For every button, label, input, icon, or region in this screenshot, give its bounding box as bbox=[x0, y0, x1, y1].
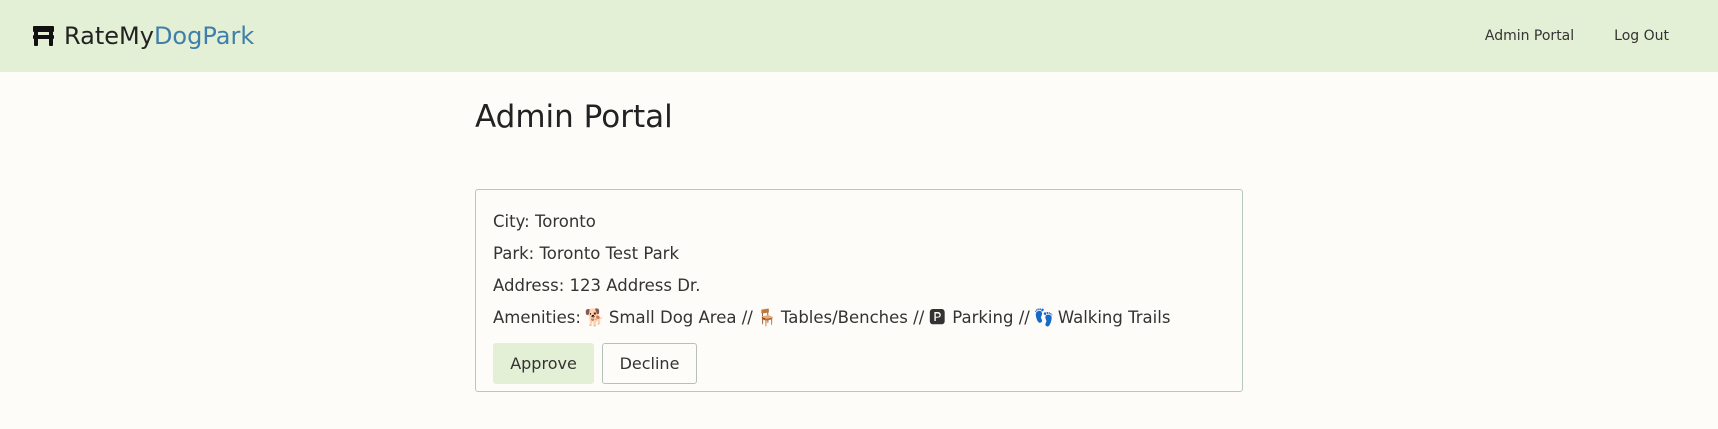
action-buttons: Approve Decline bbox=[493, 343, 1226, 384]
amenity-separator: // bbox=[1018, 308, 1030, 327]
address-value: 123 Address Dr. bbox=[569, 276, 701, 295]
page-title: Admin Portal bbox=[475, 99, 673, 135]
brand-name-dogpark: DogPark bbox=[153, 22, 255, 50]
amenity-walking-trails: Walking Trails bbox=[1057, 308, 1171, 327]
city-row: City: Toronto bbox=[493, 206, 1226, 238]
park-label: Park: bbox=[493, 244, 535, 263]
address-label: Address: bbox=[493, 276, 565, 295]
park-row: Park: Toronto Test Park bbox=[493, 238, 1226, 270]
amenity-parking: Parking bbox=[952, 308, 1014, 327]
amenity-tables-benches: Tables/Benches bbox=[780, 308, 908, 327]
navbar: Rate My DogPark Admin Portal Log Out bbox=[0, 0, 1718, 72]
nav-log-out-link[interactable]: Log Out bbox=[1614, 28, 1669, 44]
dog-park-bench-icon bbox=[33, 26, 54, 46]
park-value: Toronto Test Park bbox=[539, 244, 680, 263]
nav-admin-portal-link[interactable]: Admin Portal bbox=[1485, 28, 1574, 44]
city-label: City: bbox=[493, 212, 530, 231]
decline-button[interactable]: Decline bbox=[602, 343, 697, 384]
submission-card: City: Toronto Park: Toronto Test Park Ad… bbox=[475, 189, 1243, 392]
parking-icon: 🅿 bbox=[929, 308, 946, 327]
brand-logo-link[interactable]: Rate My DogPark bbox=[33, 22, 254, 50]
bench-icon: 🪑 bbox=[756, 308, 778, 327]
footprints-icon: 👣 bbox=[1033, 308, 1055, 327]
address-row: Address: 123 Address Dr. bbox=[493, 270, 1226, 302]
approve-button[interactable]: Approve bbox=[493, 343, 594, 384]
brand-name-rate: Rate bbox=[64, 22, 120, 50]
amenities-label: Amenities: bbox=[493, 308, 581, 327]
amenity-separator: // bbox=[913, 308, 925, 327]
amenity-small-dog-area: Small Dog Area bbox=[608, 308, 737, 327]
amenities-row: Amenities: 🐕 Small Dog Area //🪑 Tables/Benc… bbox=[493, 302, 1226, 334]
brand-name-my: My bbox=[119, 22, 154, 50]
nav-links: Admin Portal Log Out bbox=[1445, 28, 1669, 44]
city-value: Toronto bbox=[534, 212, 596, 231]
amenity-separator: // bbox=[741, 308, 753, 327]
small-dog-icon: 🐕 bbox=[584, 308, 606, 327]
